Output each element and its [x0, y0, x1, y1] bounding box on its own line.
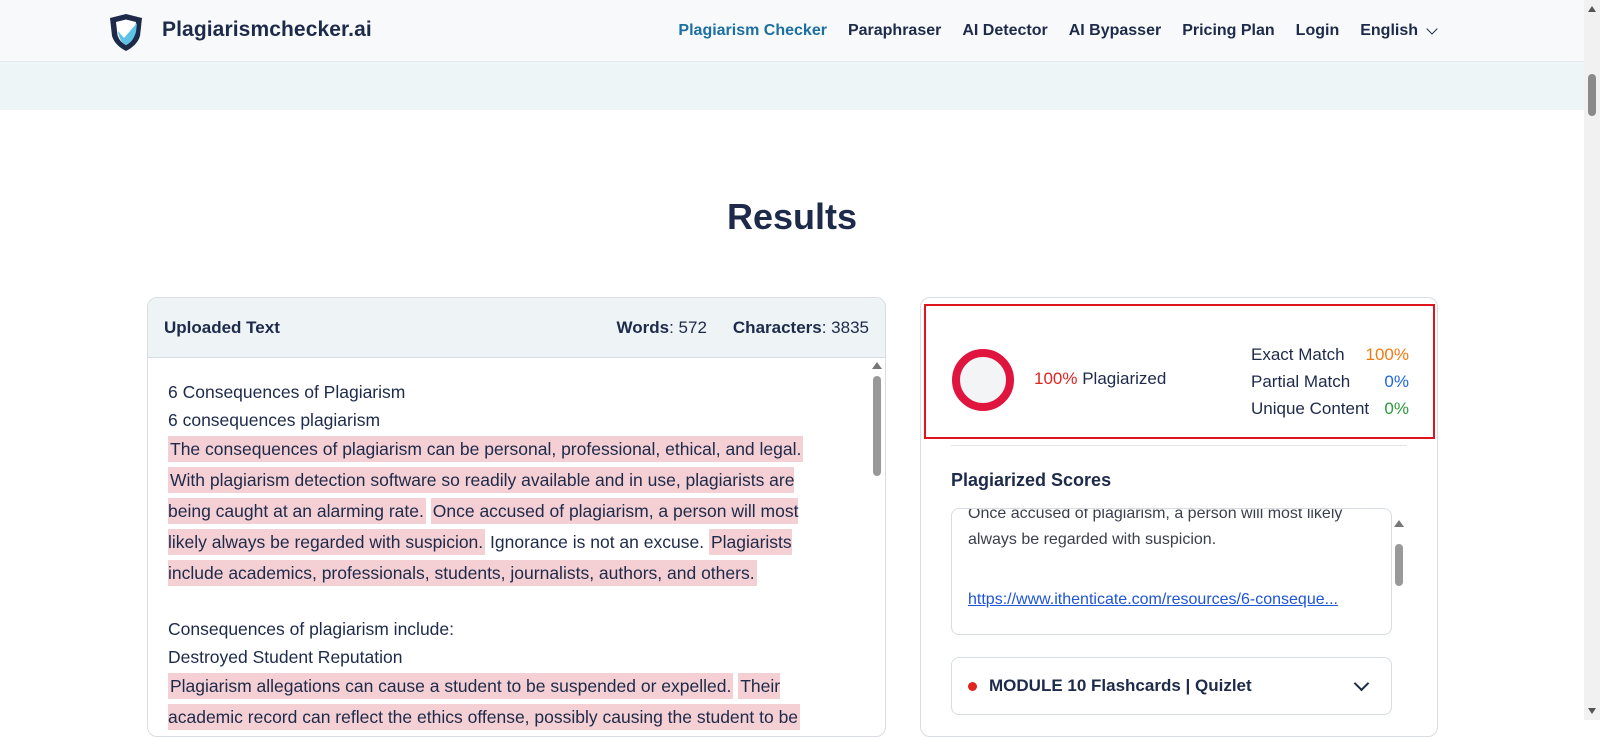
exact-match-label: Exact Match	[1251, 345, 1345, 364]
scroll-thumb[interactable]	[1395, 544, 1403, 586]
text-title-2: 6 consequences plagiarism	[168, 410, 381, 430]
chevron-down-icon[interactable]	[1353, 675, 1370, 691]
source-link[interactable]: https://www.ithenticate.com/resources/6-…	[968, 591, 1373, 609]
brand-name[interactable]: Plagiarismchecker.ai	[162, 18, 372, 42]
matched-snippet: Once accused of plagiarism, a person wil…	[968, 508, 1343, 548]
scroll-thumb[interactable]	[873, 376, 881, 476]
page-scrollbar[interactable]	[1584, 0, 1600, 720]
plain-sentence: Ignorance is not an excuse.	[490, 532, 705, 552]
partial-match-label: Partial Match	[1251, 372, 1351, 391]
scroll-thumb[interactable]	[1588, 74, 1596, 116]
chars-label: Characters	[732, 317, 822, 337]
highlighted-sentence[interactable]: Plagiarism allegations can cause a stude…	[168, 673, 734, 699]
scroll-up-icon[interactable]	[1588, 6, 1596, 12]
nav-login[interactable]: Login	[1296, 22, 1340, 40]
nav-pricing-plan[interactable]: Pricing Plan	[1182, 22, 1274, 40]
text-stats: Words: 572 Characters: 3835	[617, 318, 869, 338]
scroll-down-icon[interactable]	[1588, 708, 1596, 714]
chevron-down-icon	[1426, 23, 1438, 35]
language-selector[interactable]: English	[1360, 22, 1438, 40]
site-header: Plagiarismchecker.ai Plagiarism Checker …	[0, 0, 1584, 62]
exact-match-row: Exact Match 100%	[1251, 341, 1409, 368]
word-count: Words: 572	[617, 318, 707, 338]
plagiarism-ring-icon	[952, 349, 1014, 411]
highlighted-sentence[interactable]: The consequences of plagiarism can be pe…	[168, 436, 804, 462]
source-title: MODULE 10 Flashcards | Quizlet	[989, 676, 1252, 695]
uploaded-text-body[interactable]: 6 Consequences of Plagiarism 6 consequen…	[168, 378, 832, 733]
source-accordion-item[interactable]: MODULE 10 Flashcards | Quizlet	[951, 657, 1392, 715]
page-title: Results	[726, 196, 858, 237]
language-label: English	[1360, 22, 1418, 39]
nav-plagiarism-checker[interactable]: Plagiarism Checker	[678, 22, 827, 40]
source-match-card[interactable]: Once accused of plagiarism, a person wil…	[951, 508, 1392, 635]
partial-match-value: 0%	[1384, 372, 1409, 391]
text-title-1: 6 Consequences of Plagiarism	[168, 382, 406, 402]
status-dot-icon	[968, 681, 977, 691]
plagiarized-summary: 100% Plagiarized	[1034, 369, 1166, 389]
scroll-up-icon[interactable]	[1394, 520, 1404, 527]
paragraph-1: The consequences of plagiarism can be pe…	[168, 434, 832, 589]
plagiarized-percent: 100%	[1034, 369, 1078, 388]
nav-ai-bypasser[interactable]: AI Bypasser	[1069, 22, 1162, 40]
uploaded-text-header: Uploaded Text Words: 572 Characters: 383…	[148, 298, 885, 358]
shield-logo-icon[interactable]	[106, 12, 146, 52]
list-intro: Consequences of plagiarism include:	[168, 619, 454, 639]
words-label: Words	[616, 317, 670, 337]
paragraph-2: Plagiarism allegations can cause a stude…	[168, 671, 832, 733]
scores-scrollbar[interactable]	[1392, 516, 1406, 636]
character-count: Characters: 3835	[733, 318, 869, 338]
nav-paraphraser[interactable]: Paraphraser	[848, 22, 941, 40]
sub-heading: Destroyed Student Reputation	[168, 647, 403, 667]
uploaded-text-heading: Uploaded Text	[164, 317, 280, 337]
unique-content-row: Unique Content 0%	[1251, 395, 1409, 422]
header-band	[0, 62, 1584, 110]
text-scrollbar[interactable]	[870, 362, 884, 732]
uploaded-text-panel: Uploaded Text Words: 572 Characters: 383…	[147, 297, 886, 737]
scroll-up-icon[interactable]	[872, 362, 882, 369]
partial-match-row: Partial Match 0%	[1251, 368, 1409, 395]
main-nav: Plagiarism Checker Paraphraser AI Detect…	[678, 22, 1438, 40]
nav-ai-detector[interactable]: AI Detector	[962, 22, 1047, 40]
chars-value: : 3835	[821, 317, 869, 337]
match-breakdown: Exact Match 100% Partial Match 0% Unique…	[1251, 341, 1409, 422]
words-value: : 572	[669, 317, 707, 337]
unique-content-value: 0%	[1384, 399, 1409, 418]
plagiarized-scores-heading: Plagiarized Scores	[951, 470, 1112, 490]
plagiarized-label: Plagiarized	[1082, 369, 1167, 388]
unique-content-label: Unique Content	[1251, 399, 1370, 418]
exact-match-value: 100%	[1365, 345, 1409, 364]
divider	[951, 445, 1407, 446]
